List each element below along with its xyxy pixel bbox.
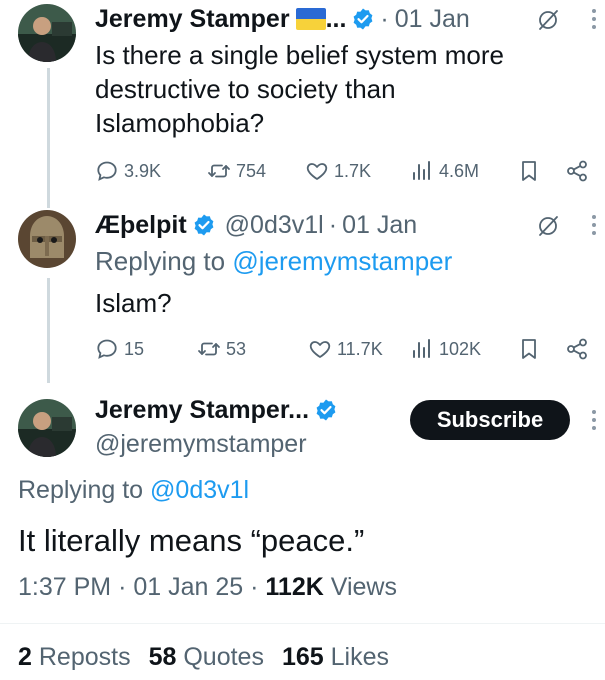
action-bar: 15 53 11.7K 102K [95, 334, 595, 364]
views-count: 4.6M [439, 160, 480, 181]
grok-icon[interactable] [536, 214, 560, 238]
views-button[interactable]: 102K [410, 334, 481, 364]
views-count: 102K [439, 338, 482, 359]
replying-to-handle-link[interactable]: @jeremymstamper [232, 246, 452, 276]
bookmark-button[interactable] [517, 334, 541, 364]
tweet-text-line: Is there a single belief system more [95, 40, 504, 70]
views-count: 112K [265, 573, 324, 601]
verified-badge-icon[interactable] [192, 213, 216, 237]
likes-stat[interactable]: 165 Likes [282, 643, 389, 672]
tweet-header: Jeremy Stamper... [95, 393, 343, 427]
tweet-original[interactable]: Jeremy Stamper ... · 01 Jan Is there a s… [0, 0, 605, 208]
tweet-header: Æþelpit @0d3v1l · 01 Jan [95, 208, 417, 242]
quotes-stat[interactable]: 58 Quotes [149, 643, 264, 672]
tweet-text: It literally means “peace.” [18, 523, 365, 558]
reply-icon [95, 337, 119, 361]
like-button[interactable]: 11.7K [308, 334, 383, 364]
action-bar: 3.9K 754 1.7K 4.6M [95, 156, 595, 186]
author-name[interactable]: Jeremy Stamper [95, 5, 290, 34]
replying-to-handle-link[interactable]: @0d3v1l [150, 476, 249, 504]
author-handle[interactable]: @0d3v1l [225, 211, 324, 240]
like-count: 1.7K [334, 160, 372, 181]
subscribe-button[interactable]: Subscribe [410, 400, 570, 440]
tweet-time[interactable]: 01 Jan [395, 5, 470, 34]
like-icon [308, 337, 332, 361]
avatar-jeremy[interactable] [18, 399, 76, 457]
bookmark-button[interactable] [517, 156, 541, 186]
reply-count: 15 [124, 338, 145, 359]
more-icon[interactable] [591, 8, 597, 30]
reposts-label: Reposts [38, 643, 131, 671]
tweet-text-line: destructive to society than [95, 74, 396, 104]
tweet-date[interactable]: 01 Jan 25 [133, 573, 243, 601]
reply-icon [95, 159, 119, 183]
reposts-stat[interactable]: 2 Reposts [18, 643, 131, 672]
avatar-image [18, 4, 76, 62]
tweet-time[interactable]: 01 Jan [342, 211, 417, 240]
repost-count: 754 [236, 160, 267, 181]
replying-to-line: Replying to @jeremymstamper [95, 244, 452, 278]
repost-count: 53 [226, 338, 247, 359]
like-button[interactable]: 1.7K [305, 156, 371, 186]
bookmark-icon [517, 337, 541, 361]
likes-label: Likes [330, 643, 389, 671]
avatar-jeremy[interactable] [18, 4, 76, 62]
share-button[interactable] [565, 334, 589, 364]
author-name[interactable]: Æþelpit [95, 211, 187, 240]
verified-badge-icon[interactable] [314, 398, 338, 422]
tweet-focused: Jeremy Stamper... @jeremymstamper Subscr… [0, 375, 605, 680]
tweet-text: Islam? [95, 288, 172, 318]
name-ellipsis: ... [325, 4, 347, 33]
author-handle[interactable]: @jeremymstamper [95, 430, 307, 459]
more-icon[interactable] [591, 409, 597, 431]
avatar-image [18, 210, 76, 268]
repost-icon [207, 159, 231, 183]
tweet-meta: 1:37 PM · 01 Jan 25 · 112K Views [18, 573, 397, 602]
like-count: 11.7K [337, 338, 383, 359]
divider [0, 623, 605, 624]
engagement-stats: 2 Reposts 58 Quotes 165 Likes [18, 643, 389, 672]
separator-dot: · [118, 573, 134, 601]
views-label: Views [330, 573, 397, 601]
reply-count: 3.9K [124, 160, 162, 181]
tweet-text-line: Islamophobia? [95, 108, 265, 138]
separator-dot: · [328, 210, 338, 239]
ukraine-flag-icon [295, 8, 326, 30]
tweet-reply[interactable]: Æþelpit @0d3v1l · 01 Jan Replying to @je… [0, 200, 605, 383]
views-icon [410, 159, 434, 183]
thread-line [47, 68, 50, 208]
views-icon [410, 337, 434, 361]
repost-icon [197, 337, 221, 361]
quotes-label: Quotes [183, 643, 264, 671]
share-icon [565, 337, 589, 361]
author-name[interactable]: Jeremy Stamper... [95, 396, 309, 425]
quotes-count: 58 [148, 643, 177, 671]
reply-button[interactable]: 3.9K [95, 156, 161, 186]
avatar-image [18, 399, 76, 457]
share-button[interactable] [565, 156, 589, 186]
verified-badge-icon[interactable] [351, 7, 375, 31]
views-button[interactable]: 4.6M [410, 156, 479, 186]
reply-button[interactable]: 15 [95, 334, 144, 364]
tweet-text: Is there a single belief system more des… [95, 38, 504, 140]
replying-to-label: Replying to [95, 246, 226, 276]
author-handle-row: @jeremymstamper [95, 427, 307, 461]
bookmark-icon [517, 159, 541, 183]
reposts-count: 2 [18, 643, 32, 671]
tweet-header: Jeremy Stamper ... · 01 Jan [95, 2, 470, 36]
replying-to-line: Replying to @0d3v1l [18, 473, 249, 507]
avatar-aethelpit[interactable] [18, 210, 76, 268]
separator-dot: · [250, 573, 266, 601]
repost-button[interactable]: 53 [197, 334, 246, 364]
likes-count: 165 [281, 643, 324, 671]
separator-dot: · [380, 4, 389, 33]
like-icon [305, 159, 329, 183]
more-icon[interactable] [591, 214, 597, 236]
share-icon [565, 159, 589, 183]
grok-icon[interactable] [536, 8, 560, 32]
replying-to-label: Replying to [18, 476, 144, 504]
thread-line [47, 278, 50, 383]
repost-button[interactable]: 754 [207, 156, 266, 186]
tweet-time[interactable]: 1:37 PM [18, 573, 111, 601]
